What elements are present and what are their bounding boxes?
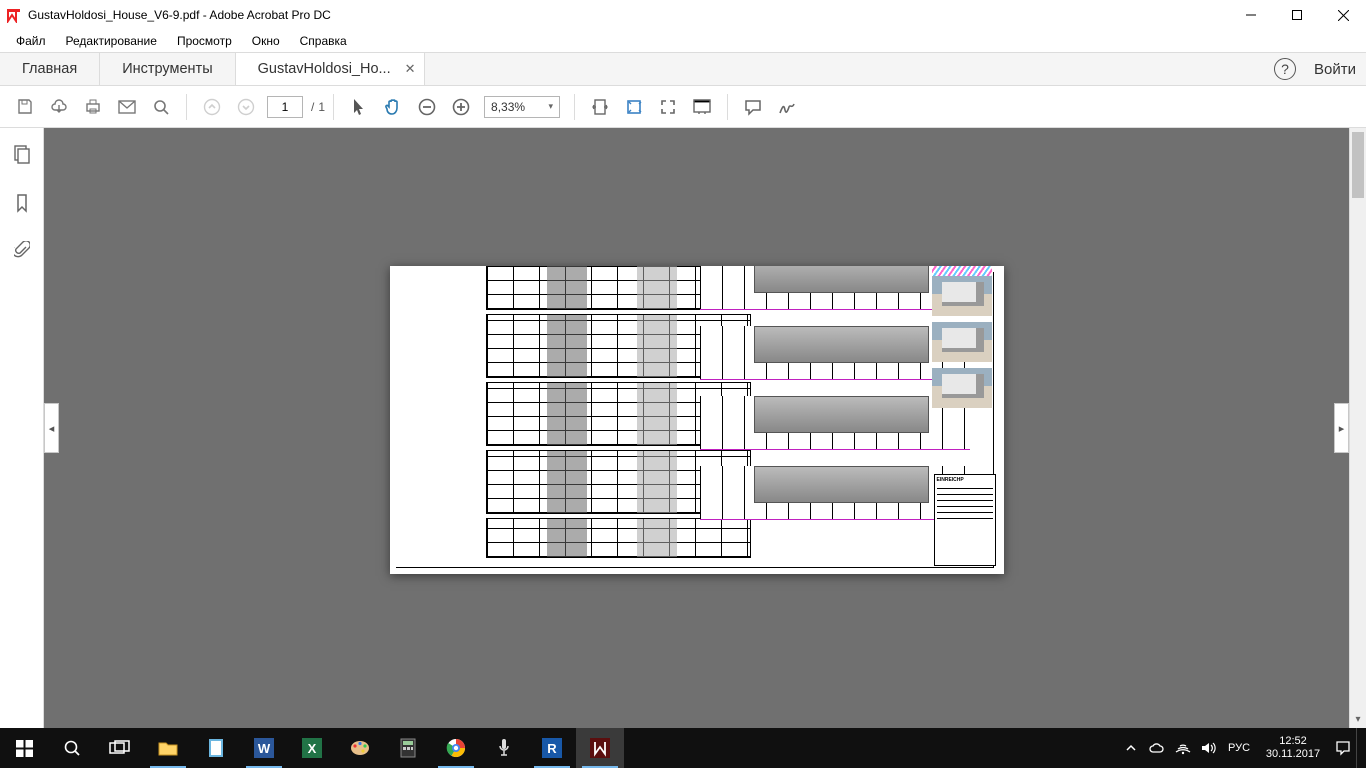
elevation-view — [700, 466, 970, 520]
fit-page-icon[interactable] — [617, 90, 651, 124]
thumbnails-icon[interactable] — [9, 142, 35, 168]
help-icon[interactable]: ? — [1274, 58, 1296, 80]
tray-action-center-icon[interactable] — [1330, 728, 1356, 768]
tray-date: 30.11.2017 — [1266, 748, 1320, 761]
window-minimize-button[interactable] — [1228, 0, 1274, 30]
taskbar-paint[interactable] — [336, 728, 384, 768]
selection-tool-icon[interactable] — [342, 90, 376, 124]
pdf-page: EINREICHP — [390, 266, 1004, 574]
bookmark-icon[interactable] — [9, 190, 35, 216]
taskbar-explorer[interactable] — [144, 728, 192, 768]
svg-text:R: R — [547, 741, 557, 756]
tray-network-icon[interactable] — [1170, 728, 1196, 768]
render-thumb — [932, 276, 992, 316]
right-panel-toggle[interactable]: ▸ — [1334, 403, 1349, 453]
print-icon[interactable] — [76, 90, 110, 124]
svg-text:X: X — [308, 741, 317, 756]
chevron-down-icon: ▾ — [549, 101, 554, 112]
color-legend — [932, 266, 992, 276]
toolbar: / 1 8,33% ▾ — [0, 86, 1366, 128]
taskbar-mic[interactable] — [480, 728, 528, 768]
render-thumb — [932, 322, 992, 362]
vertical-scrollbar[interactable]: ▴ ▾ — [1349, 128, 1366, 728]
taskbar-revit[interactable]: R — [528, 728, 576, 768]
zoom-value: 8,33% — [491, 100, 525, 114]
menu-window[interactable]: Окно — [242, 32, 290, 50]
tab-tools[interactable]: Инструменты — [100, 53, 235, 85]
window-maximize-button[interactable] — [1274, 0, 1320, 30]
cloud-icon[interactable] — [42, 90, 76, 124]
fullscreen-icon[interactable] — [651, 90, 685, 124]
taskbar-excel[interactable]: X — [288, 728, 336, 768]
tab-document-label: GustavHoldosi_Ho... — [258, 61, 391, 77]
svg-text:W: W — [258, 741, 271, 756]
tray-language[interactable]: РУС — [1222, 728, 1256, 768]
taskbar-word[interactable]: W — [240, 728, 288, 768]
zoom-out-icon[interactable] — [410, 90, 444, 124]
page-number-input[interactable] — [267, 96, 303, 118]
taskbar-notepad[interactable] — [192, 728, 240, 768]
menu-file[interactable]: Файл — [6, 32, 56, 50]
page-total: 1 — [318, 100, 325, 114]
elevation-view — [700, 326, 970, 380]
menu-help[interactable]: Справка — [290, 32, 357, 50]
save-icon[interactable] — [8, 90, 42, 124]
document-canvas[interactable]: ◂ EINREI — [44, 128, 1366, 728]
tabs-right-area: ? Войти — [1274, 53, 1366, 85]
signin-button[interactable]: Войти — [1314, 61, 1356, 78]
workspace: ◂ EINREI — [0, 128, 1366, 728]
acrobat-app-icon — [6, 7, 22, 23]
navigation-pane — [0, 128, 44, 728]
windows-taskbar: W X R РУС 12:52 30.11.2017 — [0, 728, 1366, 768]
taskbar-search-icon[interactable] — [48, 728, 96, 768]
elevations-column — [700, 266, 970, 536]
tab-tools-label: Инструменты — [122, 61, 212, 77]
sign-icon[interactable] — [770, 90, 804, 124]
system-tray: РУС 12:52 30.11.2017 — [1118, 728, 1366, 768]
email-icon[interactable] — [110, 90, 144, 124]
page-up-icon[interactable] — [195, 90, 229, 124]
render-thumb — [932, 368, 992, 408]
tab-home-label: Главная — [22, 61, 77, 77]
show-desktop-button[interactable] — [1356, 728, 1366, 768]
scroll-down-icon[interactable]: ▾ — [1350, 711, 1366, 728]
tray-clock[interactable]: 12:52 30.11.2017 — [1256, 735, 1330, 761]
renders-column — [932, 266, 992, 414]
left-panel-toggle[interactable]: ◂ — [44, 403, 59, 453]
zoom-dropdown[interactable]: 8,33% ▾ — [484, 96, 560, 118]
search-icon[interactable] — [144, 90, 178, 124]
tabs-row: Главная Инструменты GustavHoldosi_Ho... … — [0, 52, 1366, 86]
titleblock-heading: EINREICHP — [937, 477, 993, 484]
task-view-icon[interactable] — [96, 728, 144, 768]
page-separator: / — [311, 100, 314, 114]
start-button[interactable] — [0, 728, 48, 768]
tray-onedrive-icon[interactable] — [1144, 728, 1170, 768]
zoom-in-icon[interactable] — [444, 90, 478, 124]
attachments-icon[interactable] — [9, 238, 35, 264]
tab-home[interactable]: Главная — [0, 53, 100, 85]
read-mode-icon[interactable] — [685, 90, 719, 124]
elevation-view — [700, 266, 970, 310]
taskbar-chrome[interactable] — [432, 728, 480, 768]
tray-overflow-icon[interactable] — [1118, 728, 1144, 768]
page-down-icon[interactable] — [229, 90, 263, 124]
menu-edit[interactable]: Редактирование — [56, 32, 167, 50]
menubar: Файл Редактирование Просмотр Окно Справк… — [0, 30, 1366, 52]
comment-icon[interactable] — [736, 90, 770, 124]
fit-width-icon[interactable] — [583, 90, 617, 124]
taskbar-calculator[interactable] — [384, 728, 432, 768]
window-close-button[interactable] — [1320, 0, 1366, 30]
tray-time: 12:52 — [1279, 735, 1307, 748]
tray-volume-icon[interactable] — [1196, 728, 1222, 768]
elevation-view — [700, 396, 970, 450]
tab-close-icon[interactable]: ✕ — [405, 61, 416, 77]
window-title: GustavHoldosi_House_V6-9.pdf - Adobe Acr… — [28, 8, 331, 22]
titleblock: EINREICHP — [934, 474, 996, 566]
menu-view[interactable]: Просмотр — [167, 32, 242, 50]
tab-document[interactable]: GustavHoldosi_Ho... ✕ — [236, 53, 425, 85]
hand-tool-icon[interactable] — [376, 90, 410, 124]
scrollbar-thumb[interactable] — [1352, 132, 1364, 198]
taskbar-acrobat[interactable] — [576, 728, 624, 768]
titlebar: GustavHoldosi_House_V6-9.pdf - Adobe Acr… — [0, 0, 1366, 30]
